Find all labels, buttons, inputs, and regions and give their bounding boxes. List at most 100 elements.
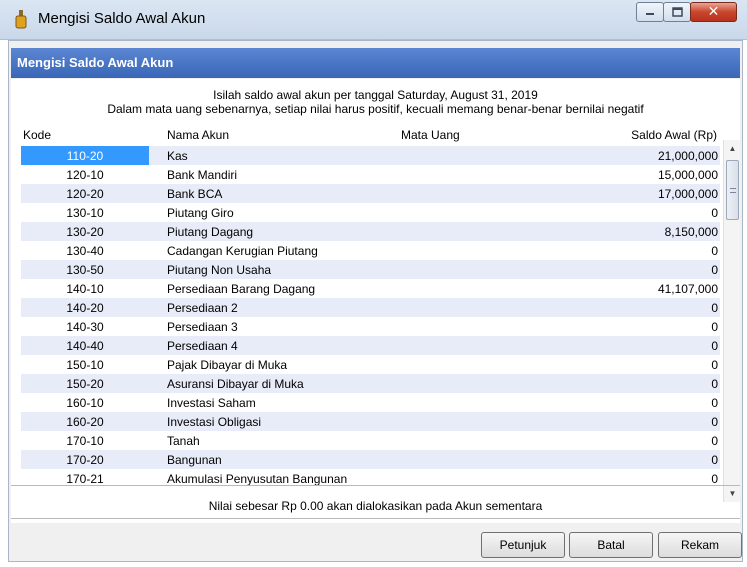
account-code-cell: 130-40 [66, 244, 104, 258]
opening-balance-cell[interactable]: 0 [711, 472, 718, 486]
account-code-cell: 130-10 [66, 206, 104, 220]
table-row[interactable]: 130-20 Piutang Dagang 8,150,000 [21, 222, 720, 241]
opening-balance-cell[interactable]: 15,000,000 [658, 168, 718, 182]
app-icon [15, 10, 27, 29]
minimize-icon [646, 13, 654, 15]
window-title: Mengisi Saldo Awal Akun [38, 10, 206, 27]
opening-balance-cell[interactable]: 17,000,000 [658, 187, 718, 201]
table-row[interactable]: 140-30 Persediaan 3 0 [21, 317, 720, 336]
account-name-cell: Persediaan Barang Dagang [167, 282, 316, 296]
content-panel: Isilah saldo awal akun per tanggal Satur… [11, 79, 740, 523]
table-row[interactable]: 140-20 Persediaan 2 0 [21, 298, 720, 317]
column-header-mata-uang[interactable]: Mata Uang [401, 128, 460, 142]
table-row[interactable]: 120-10 Bank Mandiri 15,000,000 [21, 165, 720, 184]
table-row[interactable]: 170-20 Bangunan 0 [21, 450, 720, 469]
account-code-cell: 170-10 [66, 434, 104, 448]
account-code-cell: 140-30 [66, 320, 104, 334]
account-name-cell: Persediaan 2 [167, 301, 238, 315]
account-code-cell: 150-10 [66, 358, 104, 372]
account-name-cell: Tanah [167, 434, 200, 448]
account-name-cell: Kas [167, 149, 188, 163]
instruction-line-1: Isilah saldo awal akun per tanggal Satur… [213, 88, 538, 102]
account-name-cell: Persediaan 4 [167, 339, 238, 353]
account-name-cell: Piutang Giro [167, 206, 234, 220]
column-header-kode[interactable]: Kode [23, 128, 51, 142]
account-name-cell: Pajak Dibayar di Muka [167, 358, 288, 372]
account-code-cell: 170-21 [66, 472, 104, 486]
account-code-cell: 130-50 [66, 263, 104, 277]
account-code-cell: 120-20 [66, 187, 104, 201]
account-code-cell: 150-20 [66, 377, 104, 391]
account-name-cell: Persediaan 3 [167, 320, 238, 334]
account-code-cell: 140-40 [66, 339, 104, 353]
scrollbar-thumb[interactable] [726, 160, 739, 220]
footer-note: Nilai sebesar Rp 0.00 akan dialokasikan … [208, 499, 543, 513]
account-code-cell: 110-20 [21, 146, 149, 165]
batal-button[interactable]: Batal [569, 532, 653, 558]
minimize-button[interactable] [636, 2, 664, 22]
account-code-cell: 140-20 [66, 301, 104, 315]
opening-balance-cell[interactable]: 0 [711, 453, 718, 467]
account-code-cell: 120-10 [66, 168, 104, 182]
opening-balance-cell[interactable]: 0 [711, 301, 718, 315]
maximize-icon [671, 7, 683, 17]
opening-balance-cell[interactable]: 21,000,000 [658, 149, 718, 163]
table-row[interactable]: 140-10 Persediaan Barang Dagang 41,107,000 [21, 279, 720, 298]
table-row[interactable]: 160-10 Investasi Saham 0 [21, 393, 720, 412]
account-code-cell: 160-10 [66, 396, 104, 410]
account-name-cell: Piutang Non Usaha [167, 263, 272, 277]
account-code-cell: 140-10 [66, 282, 104, 296]
instruction-line-2: Dalam mata uang sebenarnya, setiap nilai… [107, 102, 644, 116]
petunjuk-button[interactable]: Petunjuk [481, 532, 565, 558]
opening-balance-cell[interactable]: 0 [711, 263, 718, 277]
opening-balance-cell[interactable]: 0 [711, 358, 718, 372]
account-code-cell: 160-20 [66, 415, 104, 429]
table-row[interactable]: 150-10 Pajak Dibayar di Muka 0 [21, 355, 720, 374]
account-code-cell: 170-20 [66, 453, 104, 467]
table-row[interactable]: 130-40 Cadangan Kerugian Piutang 0 [21, 241, 720, 260]
account-name-cell: Asuransi Dibayar di Muka [167, 377, 304, 391]
opening-balance-cell[interactable]: 0 [711, 339, 718, 353]
table-row[interactable]: 110-20 Kas 21,000,000 [21, 146, 720, 165]
opening-balance-cell[interactable]: 0 [711, 244, 718, 258]
opening-balance-cell[interactable]: 0 [711, 377, 718, 391]
opening-balance-cell[interactable]: 0 [711, 206, 718, 220]
account-name-cell: Piutang Dagang [167, 225, 254, 239]
account-name-cell: Cadangan Kerugian Piutang [167, 244, 318, 258]
account-name-cell: Bank Mandiri [167, 168, 238, 182]
opening-balance-cell[interactable]: 8,150,000 [665, 225, 718, 239]
table-row[interactable]: 160-20 Investasi Obligasi 0 [21, 412, 720, 431]
close-icon: ✕ [707, 4, 720, 20]
account-name-cell: Investasi Saham [167, 396, 256, 410]
opening-balance-cell[interactable]: 0 [711, 396, 718, 410]
opening-balance-cell[interactable]: 41,107,000 [658, 282, 718, 296]
table-row[interactable]: 150-20 Asuransi Dibayar di Muka 0 [21, 374, 720, 393]
opening-balance-cell[interactable]: 0 [711, 434, 718, 448]
close-button[interactable]: ✕ [690, 2, 737, 22]
dialog-header: Mengisi Saldo Awal Akun [11, 48, 740, 78]
dialog-body: Mengisi Saldo Awal Akun Isilah saldo awa… [8, 40, 743, 562]
table-row[interactable]: 130-10 Piutang Giro 0 [21, 203, 720, 222]
column-header-nama-akun[interactable]: Nama Akun [167, 128, 229, 142]
account-name-cell: Bank BCA [167, 187, 223, 201]
account-name-cell: Akumulasi Penyusutan Bangunan [167, 472, 348, 486]
opening-balance-cell[interactable]: 0 [711, 320, 718, 334]
divider [11, 485, 740, 486]
table-row[interactable]: 130-50 Piutang Non Usaha 0 [21, 260, 720, 279]
scrollbar-grip-icon [730, 188, 736, 193]
rekam-button[interactable]: Rekam [658, 532, 742, 558]
account-code-cell: 130-20 [66, 225, 104, 239]
window-titlebar: Mengisi Saldo Awal Akun ✕ [0, 0, 747, 40]
vertical-scrollbar[interactable]: ▲ ▼ [723, 140, 740, 502]
account-table: 110-20 Kas 21,000,000 120-10 Bank Mandiri 15,… [21, 146, 720, 488]
divider [11, 518, 740, 519]
account-name-cell: Bangunan [167, 453, 222, 467]
opening-balance-cell[interactable]: 0 [711, 415, 718, 429]
table-row[interactable]: 120-20 Bank BCA 17,000,000 [21, 184, 720, 203]
dialog-header-title: Mengisi Saldo Awal Akun [17, 55, 174, 70]
maximize-button[interactable] [663, 2, 691, 22]
table-row[interactable]: 170-10 Tanah 0 [21, 431, 720, 450]
scroll-up-arrow-icon[interactable]: ▲ [724, 140, 741, 157]
table-row[interactable]: 140-40 Persediaan 4 0 [21, 336, 720, 355]
column-header-saldo-awal[interactable]: Saldo Awal (Rp) [591, 128, 717, 142]
